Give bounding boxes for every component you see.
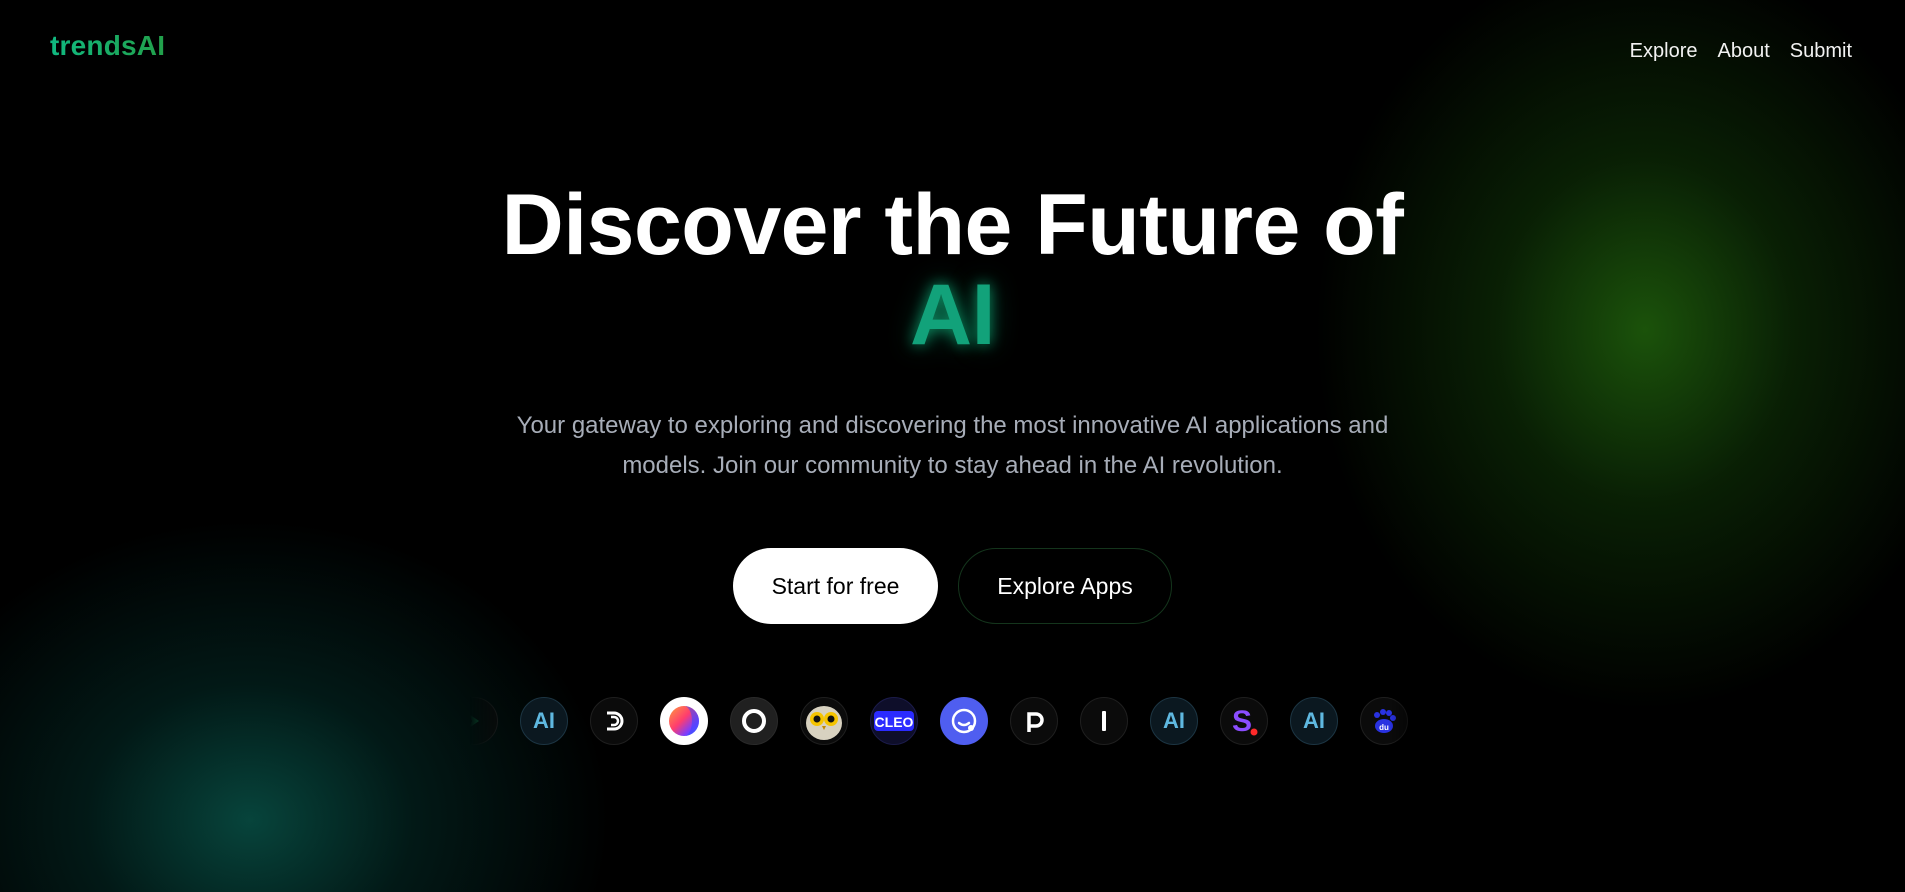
- d-logo-app-icon[interactable]: [590, 697, 638, 745]
- p-logo-app-icon[interactable]: [1010, 697, 1058, 745]
- hero-title-accent: AI: [910, 267, 996, 363]
- ai-app-icon[interactable]: AI: [1290, 697, 1338, 745]
- explore-apps-button[interactable]: Explore Apps: [958, 548, 1172, 624]
- app-icon-track: AI CLEO AI S AI du: [470, 697, 1430, 745]
- ring-app-icon[interactable]: [730, 697, 778, 745]
- app-icon-strip: AI CLEO AI S AI du: [470, 697, 1430, 745]
- nav-about-link[interactable]: About: [1717, 40, 1769, 63]
- green-arrow-app-icon[interactable]: [470, 697, 498, 745]
- baidu-app-icon-label: du: [1379, 723, 1389, 732]
- s-logo-app-icon[interactable]: S: [1220, 697, 1268, 745]
- nav-submit-link[interactable]: Submit: [1790, 40, 1852, 63]
- hero-subtitle: Your gateway to exploring and discoverin…: [516, 412, 1389, 479]
- svg-text:S: S: [1232, 705, 1252, 738]
- nav-explore-link[interactable]: Explore: [1630, 40, 1698, 63]
- owl-app-icon[interactable]: [800, 697, 848, 745]
- hero-title-line: Discover the Future of: [501, 177, 1404, 273]
- hero-section: Discover the Future of AI Your gateway t…: [0, 180, 1905, 486]
- cta-group: Start for free Explore Apps: [0, 548, 1905, 624]
- ai-app-icon-label: AI: [1303, 708, 1325, 733]
- smiley-face-app-icon[interactable]: [940, 697, 988, 745]
- hero-title: Discover the Future of AI: [0, 180, 1905, 360]
- gradient-ball-app-icon[interactable]: [660, 697, 708, 745]
- ai-app-icon-label: AI: [533, 708, 555, 733]
- brand-logo[interactable]: trendsAI: [50, 30, 165, 62]
- ai-app-icon[interactable]: AI: [1150, 697, 1198, 745]
- cleo-app-icon-label: CLEO: [875, 714, 914, 730]
- ai-app-icon[interactable]: AI: [520, 697, 568, 745]
- cleo-app-icon[interactable]: CLEO: [870, 697, 918, 745]
- start-for-free-button[interactable]: Start for free: [733, 548, 938, 624]
- landing-page: trendsAI Explore About Submit Discover t…: [0, 0, 1905, 892]
- top-nav: Explore About Submit: [1630, 40, 1852, 63]
- baidu-paw-app-icon[interactable]: du: [1360, 697, 1408, 745]
- ai-app-icon-label: AI: [1163, 708, 1185, 733]
- bar-logo-app-icon[interactable]: [1080, 697, 1128, 745]
